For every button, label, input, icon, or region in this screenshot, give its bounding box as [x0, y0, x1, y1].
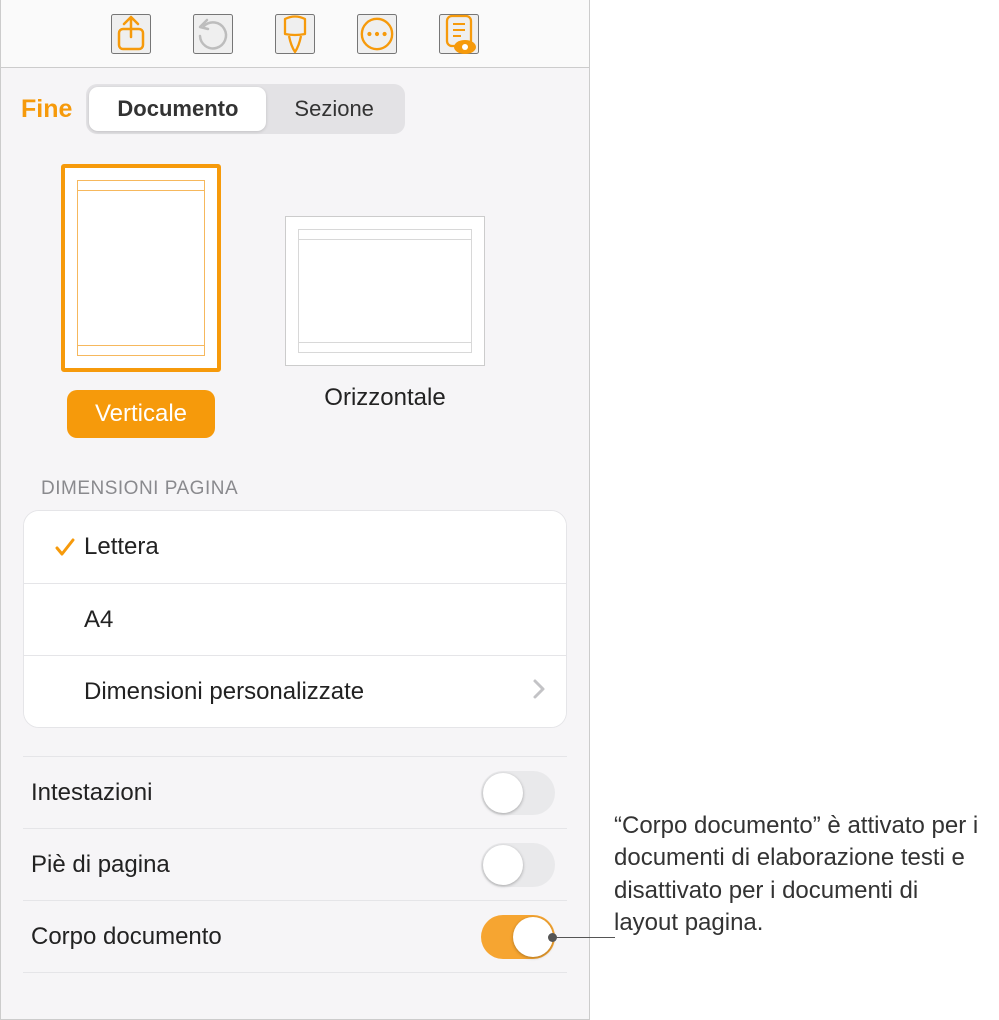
checkmark-icon — [46, 535, 84, 559]
footers-label: Piè di pagina — [31, 851, 481, 879]
undo-icon[interactable] — [193, 14, 233, 54]
page-size-label: Dimensioni personalizzate — [84, 678, 532, 706]
orientation-picker: Verticale Orizzontale — [1, 134, 589, 438]
page-size-label: Lettera — [84, 533, 546, 561]
tab-document[interactable]: Documento — [89, 87, 266, 131]
orientation-horizontal-item[interactable]: Orizzontale — [285, 164, 485, 438]
landscape-thumb — [285, 216, 485, 366]
tab-segmented-control: Documento Sezione — [86, 84, 405, 134]
document-body-label: Corpo documento — [31, 923, 481, 951]
chevron-right-icon — [532, 676, 546, 707]
page-size-custom[interactable]: Dimensioni personalizzate — [24, 655, 566, 727]
share-icon[interactable] — [111, 14, 151, 54]
callout-leader-line — [553, 937, 615, 938]
callout-text: “Corpo documento” è attivato per i docum… — [614, 810, 984, 940]
document-body-row: Corpo documento — [23, 901, 567, 973]
page-size-header: Dimensioni pagina — [1, 438, 589, 510]
toolbar — [1, 0, 589, 68]
footers-row: Piè di pagina — [23, 829, 567, 901]
orientation-horizontal-button[interactable]: Orizzontale — [324, 384, 445, 412]
headers-label: Intestazioni — [31, 779, 481, 807]
page-size-list: Lettera A4 Dimensioni personalizzate — [23, 510, 567, 728]
orientation-vertical-item[interactable]: Verticale — [61, 164, 221, 438]
document-settings-panel: Fine Documento Sezione Verticale Orizzon… — [0, 0, 590, 1020]
page-size-label: A4 — [84, 606, 546, 634]
format-brush-icon[interactable] — [275, 14, 315, 54]
orientation-vertical-button[interactable]: Verticale — [67, 390, 215, 438]
page-size-letter[interactable]: Lettera — [24, 511, 566, 583]
page-size-a4[interactable]: A4 — [24, 583, 566, 655]
more-icon[interactable] — [357, 14, 397, 54]
headers-row: Intestazioni — [23, 757, 567, 829]
portrait-thumb — [61, 164, 221, 372]
done-button[interactable]: Fine — [21, 95, 72, 124]
toggle-list: Intestazioni Piè di pagina Corpo documen… — [23, 756, 567, 973]
document-view-icon[interactable] — [439, 14, 479, 54]
footers-toggle[interactable] — [481, 843, 555, 887]
settings-header: Fine Documento Sezione — [1, 68, 589, 134]
document-body-toggle[interactable] — [481, 915, 555, 959]
tab-section[interactable]: Sezione — [266, 87, 402, 131]
headers-toggle[interactable] — [481, 771, 555, 815]
